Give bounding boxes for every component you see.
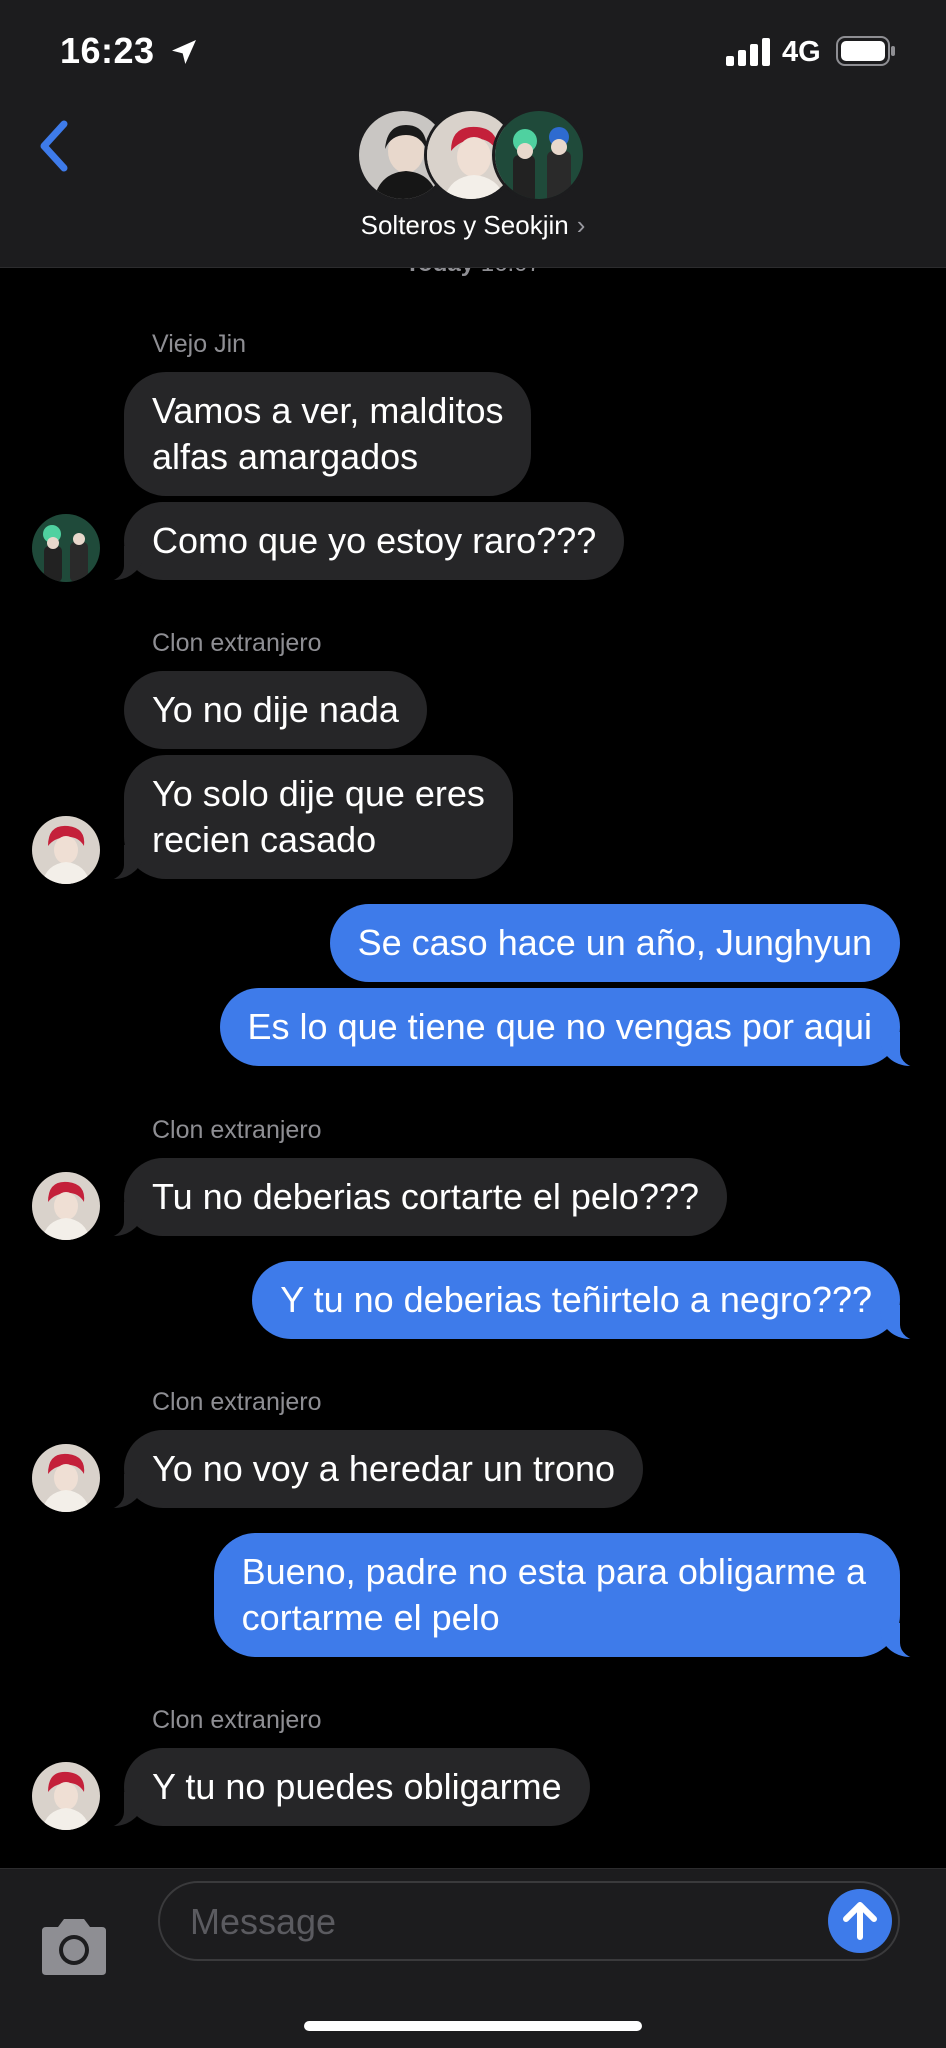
message-text-line: Yo solo dije que eres — [152, 773, 485, 814]
message-composer: Message — [0, 1868, 946, 2048]
sender-name: Clon extranjero — [152, 1706, 322, 1734]
message-text: Se caso hace un año, Junghyun — [357, 922, 872, 963]
incoming-message-bubble[interactable]: Yo no dije nada — [124, 671, 427, 749]
sender-avatar[interactable] — [32, 816, 100, 884]
sender-avatar[interactable] — [32, 1762, 100, 1830]
message-placeholder: Message — [190, 1901, 337, 1942]
timestamp: Today 16:07 — [0, 268, 946, 278]
chevron-right-icon: › — [576, 210, 586, 240]
message-text: Y tu no puedes obligarme — [152, 1766, 562, 1807]
status-bar: 16:23 4G — [0, 0, 946, 104]
message-text: Es lo que tiene que no vengas por aqui — [247, 1006, 872, 1047]
incoming-message-bubble[interactable]: Vamos a ver, malditos alfas amargados — [124, 372, 532, 496]
network-type: 4G — [782, 36, 821, 68]
message-text: Yo no voy a heredar un trono — [152, 1448, 616, 1489]
message-text-line: Bueno, padre no esta para obligarme a — [241, 1551, 866, 1592]
incoming-message-bubble[interactable]: Yo no voy a heredar un trono — [93, 1430, 644, 1510]
outgoing-message-bubble[interactable]: Es lo que tiene que no vengas por aqui — [219, 988, 931, 1068]
sender-avatar[interactable] — [32, 1172, 100, 1240]
conversation-header: 16:23 4G Solteros y Seokjin › — [0, 0, 946, 268]
sender-avatar[interactable] — [32, 1444, 100, 1512]
message-list[interactable]: Today 16:07 Viejo Jin Vamos a ver, maldi… — [0, 268, 946, 1868]
timestamp-day: Today — [405, 268, 474, 277]
outgoing-message-bubble[interactable]: Y tu no deberias teñirtelo a negro??? — [252, 1261, 930, 1341]
status-time: 16:23 — [60, 30, 155, 71]
incoming-message-bubble[interactable]: Yo solo dije que eres recien casado — [94, 755, 513, 881]
sender-name: Viejo Jin — [152, 330, 247, 358]
timestamp-time: 16:07 — [481, 268, 541, 277]
camera-icon[interactable] — [36, 1917, 112, 1977]
outgoing-message-bubble[interactable]: Bueno, padre no esta para obligarme a co… — [213, 1533, 931, 1659]
sender-avatar[interactable] — [32, 514, 100, 582]
back-chevron-icon[interactable] — [30, 112, 80, 182]
message-text-line: Vamos a ver, malditos — [152, 390, 504, 431]
sender-name: Clon extranjero — [152, 1388, 322, 1416]
home-indicator — [304, 2021, 642, 2031]
message-text-line: alfas amargados — [152, 436, 419, 477]
cellular-signal-icon — [726, 38, 770, 66]
sender-name: Clon extranjero — [152, 1116, 322, 1144]
message-input[interactable]: Message — [158, 1881, 900, 1961]
message-text-line: recien casado — [152, 819, 377, 860]
incoming-message-bubble[interactable]: Y tu no puedes obligarme — [94, 1748, 590, 1828]
message-text: Tu no deberias cortarte el pelo??? — [152, 1176, 700, 1217]
sender-name: Clon extranjero — [152, 629, 322, 657]
message-text: Yo no dije nada — [152, 689, 399, 730]
message-text-line: cortarme el pelo — [241, 1597, 500, 1638]
group-name-button[interactable]: Solteros y Seokjin › — [0, 210, 946, 241]
arrow-up-icon — [843, 1902, 877, 1940]
outgoing-message-bubble[interactable]: Se caso hace un año, Junghyun — [329, 904, 900, 982]
group-avatars[interactable] — [356, 108, 596, 204]
message-text: Y tu no deberias teñirtelo a negro??? — [280, 1279, 872, 1320]
incoming-message-bubble[interactable]: Como que yo estoy raro??? — [93, 502, 625, 582]
battery-icon — [836, 36, 895, 66]
member-avatar — [492, 108, 586, 202]
incoming-message-bubble[interactable]: Tu no deberias cortarte el pelo??? — [93, 1158, 728, 1238]
send-button[interactable] — [828, 1889, 892, 1953]
message-text: Como que yo estoy raro??? — [152, 520, 597, 561]
location-arrow-icon — [172, 40, 196, 64]
group-name: Solteros y Seokjin — [360, 210, 569, 240]
